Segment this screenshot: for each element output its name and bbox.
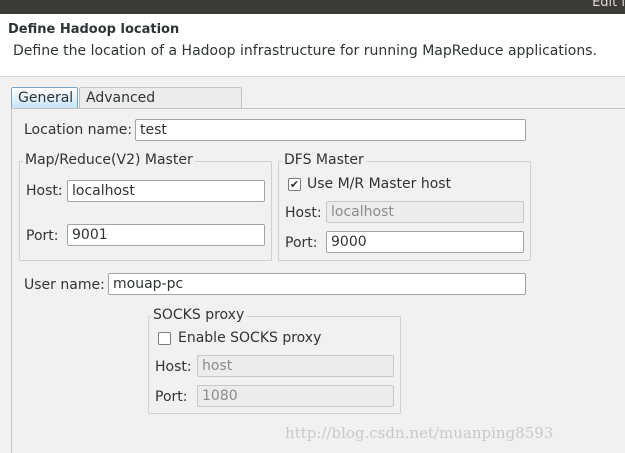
- socks-host-field: host: [197, 355, 394, 377]
- dfs-host-label: Host:: [285, 205, 322, 221]
- user-name-field[interactable]: mouap-pc: [108, 273, 526, 295]
- header-title: Define Hadoop location: [8, 22, 180, 37]
- mr-host-field[interactable]: localhost: [67, 180, 265, 202]
- use-mr-master-checkbox[interactable]: ✔: [288, 178, 301, 191]
- mr-master-title: Map/Reduce(V2) Master: [23, 151, 195, 169]
- tab-advanced-parameters[interactable]: Advanced parameters: [79, 87, 242, 126]
- enable-socks-label: Enable SOCKS proxy: [178, 330, 322, 346]
- socks-port-field: 1080: [197, 385, 394, 407]
- socks-host-label: Host:: [155, 359, 192, 375]
- mr-port-label: Port:: [26, 228, 59, 244]
- location-name-field[interactable]: test: [135, 119, 526, 141]
- socks-port-label: Port:: [155, 389, 188, 405]
- dfs-port-field[interactable]: 9000: [326, 231, 524, 253]
- location-name-label: Location name:: [24, 122, 133, 138]
- header-description: Define the location of a Hadoop infrastr…: [13, 43, 597, 59]
- socks-proxy-title: SOCKS proxy: [151, 306, 247, 324]
- checkmark-icon: ✔: [289, 178, 300, 191]
- wizard-header: Define Hadoop location Define the locati…: [0, 14, 625, 77]
- use-mr-master-label: Use M/R Master host: [307, 176, 452, 192]
- mr-host-label: Host:: [26, 183, 63, 199]
- enable-socks-checkbox[interactable]: [158, 332, 171, 345]
- window-titlebar: Edit l: [0, 0, 625, 14]
- mr-master-group: [19, 161, 272, 261]
- window-title: Edit l: [592, 0, 625, 10]
- watermark-text: http://blog.csdn.net/muanping8593: [285, 424, 554, 442]
- dfs-master-title: DFS Master: [282, 151, 366, 169]
- tab-general[interactable]: General: [11, 87, 78, 108]
- dfs-host-field: localhost: [326, 201, 524, 223]
- dfs-port-label: Port:: [285, 235, 318, 251]
- mr-port-field[interactable]: 9001: [67, 224, 265, 246]
- user-name-label: User name:: [24, 277, 105, 293]
